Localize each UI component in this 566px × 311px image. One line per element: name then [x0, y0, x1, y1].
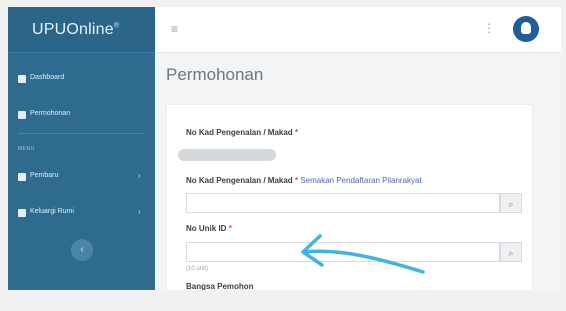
annotation-arrow-icon	[301, 234, 425, 274]
screenshot-frame: UPUOnline® Dashboard Permohonan MENU Pem…	[0, 0, 566, 311]
bottom-margin	[0, 290, 566, 311]
